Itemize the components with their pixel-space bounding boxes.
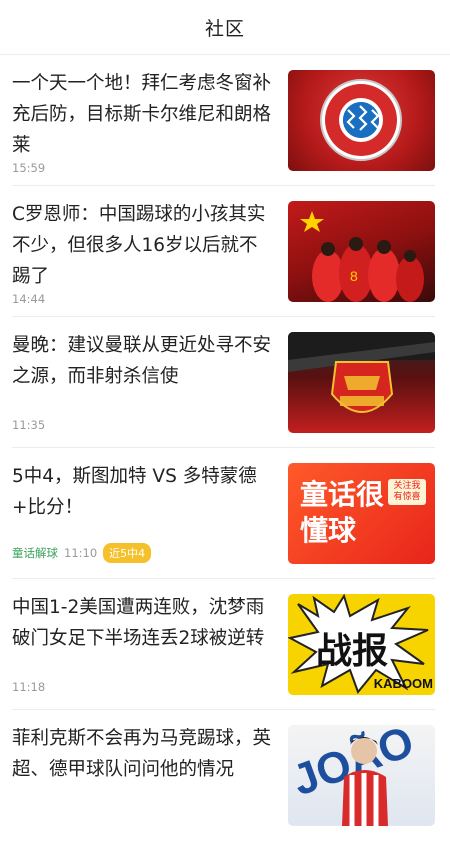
- fc-bayern-logo-icon: [320, 79, 402, 161]
- thumb-sub-text: KABOOM: [373, 676, 433, 691]
- headline: 曼晚：建议曼联从更近处寻不安之源，而非射杀信使: [12, 335, 272, 387]
- thumb-main-text: 战报: [316, 631, 389, 672]
- news-feed: 一个天一个地！拜仁考虑冬窗补充后防，目标斯卡尔维尼和朗格莱 15:59 C罗恩师…: [0, 55, 450, 841]
- list-item[interactable]: 中国1-2美国遭两连败，沈梦雨破门女足下半场连丢2球被逆转 11:18 战报 K…: [12, 579, 435, 710]
- man-united-crest-icon: [288, 332, 435, 413]
- timestamp: 14:44: [12, 292, 46, 306]
- timestamp: 15:59: [12, 161, 46, 175]
- status-badge: 近5中4: [103, 543, 152, 563]
- thumb-tag-text: 关注我 有惊喜: [388, 479, 426, 505]
- headline: 一个天一个地！拜仁考虑冬窗补充后防，目标斯卡尔维尼和朗格莱: [12, 73, 272, 156]
- list-item[interactable]: 菲利克斯不会再为马竞踢球，英超、德甲球队问问他的情况 JOÃO: [12, 710, 435, 841]
- thumbnail-image: 战报 KABOOM: [288, 594, 435, 695]
- thumbnail-image: JOÃO: [288, 725, 435, 826]
- timestamp: 11:10: [64, 546, 98, 560]
- list-item[interactable]: C罗恩师：中国踢球的小孩其实不少，但很多人16岁以后就不踢了 14:44 8: [12, 186, 435, 317]
- timestamp: 11:18: [12, 680, 46, 694]
- china-team-huddle-icon: 8: [300, 211, 424, 302]
- thumbnail-image: 8: [288, 201, 435, 302]
- thumbnail-image: 童话很懂球 关注我 有惊喜: [288, 463, 435, 564]
- list-item[interactable]: 曼晚：建议曼联从更近处寻不安之源，而非射杀信使 11:35: [12, 317, 435, 448]
- thumbnail-image: [288, 332, 435, 433]
- top-bar: 社区: [0, 0, 450, 55]
- list-item[interactable]: 一个天一个地！拜仁考虑冬窗补充后防，目标斯卡尔维尼和朗格莱 15:59: [12, 55, 435, 186]
- thumb-main-text: 童话很懂球: [300, 478, 385, 547]
- list-item[interactable]: 5中4，斯图加特 VS 多特蒙德+比分！ 童话解球 11:10 近5中4 童话很…: [12, 448, 435, 579]
- page-title: 社区: [204, 17, 245, 40]
- svg-text:8: 8: [350, 268, 358, 284]
- headline: 菲利克斯不会再为马竞踢球，英超、德甲球队问问他的情况: [12, 728, 272, 780]
- thumbnail-image: [288, 70, 435, 171]
- headline: 5中4，斯图加特 VS 多特蒙德+比分！: [12, 466, 257, 518]
- atletico-player-icon: JOÃO: [288, 725, 420, 826]
- timestamp: 11:35: [12, 418, 46, 432]
- headline: 中国1-2美国遭两连败，沈梦雨破门女足下半场连丢2球被逆转: [12, 597, 265, 649]
- source-name[interactable]: 童话解球: [12, 545, 58, 561]
- headline: C罗恩师：中国踢球的小孩其实不少，但很多人16岁以后就不踢了: [12, 204, 266, 287]
